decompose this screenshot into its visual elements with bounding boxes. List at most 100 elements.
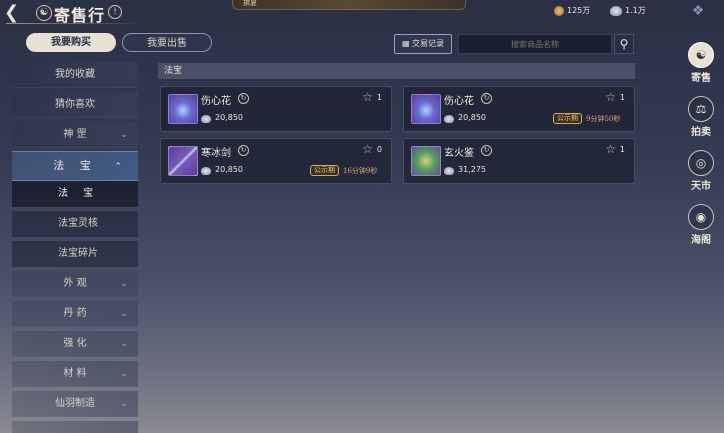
gold-currency: 125万 bbox=[554, 5, 590, 16]
bind-icon: ↻ bbox=[238, 93, 249, 104]
tab-buy[interactable]: 我要购买 bbox=[26, 33, 116, 52]
chevron-down-icon: ⌄ bbox=[120, 339, 128, 349]
silver-amount: 1.1万 bbox=[625, 6, 646, 15]
chevron-down-icon: ⌄ bbox=[120, 309, 128, 319]
sidebar-item-label: 材 料 bbox=[63, 368, 87, 379]
sidebar-item-materials[interactable]: 材 料 ⌄ bbox=[12, 361, 138, 387]
sidebar-item-label: 神 罡 bbox=[63, 129, 87, 140]
sidebar-item-label: 法 宝 bbox=[53, 159, 97, 172]
favorite-count: 1 bbox=[619, 93, 625, 102]
nav-pavilion[interactable]: ◉ 海阁 bbox=[686, 204, 716, 246]
bind-icon: ↻ bbox=[481, 145, 492, 156]
nav-market[interactable]: ◎ 天市 bbox=[686, 150, 716, 192]
sidebar-sub-label: 法 宝 bbox=[58, 188, 100, 199]
sidebar-item-label: 丹 药 bbox=[63, 308, 87, 319]
nav-label: 寄售 bbox=[691, 73, 711, 84]
sidebar-sub-fabao-fragment[interactable]: 法宝碎片 bbox=[12, 241, 138, 267]
sidebar-item-pills[interactable]: 丹 药 ⌄ bbox=[12, 301, 138, 327]
silver-ingot-icon bbox=[201, 167, 211, 175]
silver-currency: 1.1万 bbox=[610, 5, 646, 16]
sidebar-item-label: 外 观 bbox=[63, 278, 87, 289]
section-header: 法宝 bbox=[158, 63, 635, 79]
item-name: 玄火鉴 bbox=[444, 148, 474, 159]
lotus-icon bbox=[411, 94, 441, 124]
nav-consign[interactable]: ☯ 寄售 bbox=[686, 42, 716, 84]
publicity-timer: 9分钟50秒 bbox=[586, 115, 621, 123]
sidebar-item-recommend[interactable]: 猜你喜欢 bbox=[12, 92, 138, 118]
favorite-count: 0 bbox=[376, 145, 382, 154]
nav-label: 天市 bbox=[691, 181, 711, 192]
nav-auction[interactable]: ⚖ 拍卖 bbox=[686, 96, 716, 138]
favorite-count: 1 bbox=[376, 93, 382, 102]
item-name: 寒冰剑 bbox=[201, 148, 231, 159]
favorite-star-icon[interactable]: ☆ bbox=[362, 90, 373, 104]
chevron-down-icon: ⌄ bbox=[120, 130, 128, 140]
chevron-down-icon: ⌄ bbox=[120, 369, 128, 379]
search-icon: ⚲ bbox=[619, 37, 629, 51]
sidebar-item-label: 仙羽制造 bbox=[55, 398, 95, 409]
silver-ingot-icon bbox=[444, 167, 454, 175]
top-bar: ❮ ☯ 寄售行 ! 拂夏 125万 1.1万 ❖ bbox=[0, 0, 724, 26]
favorite-star-icon[interactable]: ☆ bbox=[362, 142, 373, 156]
favorite-star-icon[interactable]: ☆ bbox=[605, 142, 616, 156]
sidebar-item-label: 强 化 bbox=[63, 338, 87, 349]
sidebar-sub-fabao-core[interactable]: 法宝灵核 bbox=[12, 211, 138, 237]
sidebar-item-wing-craft[interactable]: 仙羽制造 ⌄ bbox=[12, 391, 138, 417]
search-button[interactable]: ⚲ bbox=[614, 34, 634, 54]
settings-icon[interactable]: ❖ bbox=[690, 3, 706, 19]
bind-icon: ↻ bbox=[238, 145, 249, 156]
history-icon: ▦ bbox=[401, 39, 410, 48]
sidebar-sub-label: 法宝碎片 bbox=[58, 248, 98, 259]
sidebar-item-label: 猜你喜欢 bbox=[55, 99, 95, 110]
chevron-up-icon: ⌃ bbox=[114, 162, 128, 172]
sidebar-item-enhance[interactable]: 强 化 ⌄ bbox=[12, 331, 138, 357]
trade-history-label: 交易记录 bbox=[412, 39, 445, 48]
auction-icon: ⚖ bbox=[688, 96, 714, 122]
chevron-down-icon: ⌄ bbox=[120, 399, 128, 409]
item-card[interactable]: 伤心花 ↻ ☆ 1 20,850 公示期 9分钟50秒 bbox=[403, 86, 635, 132]
item-price: 20,850 bbox=[458, 113, 486, 122]
sidebar-sub-label: 法宝灵核 bbox=[58, 218, 98, 229]
item-card[interactable]: 玄火鉴 ↻ ☆ 1 31,275 bbox=[403, 138, 635, 184]
sidebar-item-label: 我的收藏 bbox=[55, 69, 95, 80]
help-icon[interactable]: ! bbox=[108, 5, 122, 19]
sword-icon bbox=[168, 146, 198, 176]
top-banner: 拂夏 bbox=[232, 0, 466, 10]
pavilion-icon: ◉ bbox=[688, 204, 714, 230]
trade-history-button[interactable]: ▦ 交易记录 bbox=[394, 34, 452, 54]
item-price: 20,850 bbox=[215, 165, 243, 174]
favorite-star-icon[interactable]: ☆ bbox=[605, 90, 616, 104]
publicity-badge: 公示期 bbox=[553, 113, 582, 124]
gold-coin-icon bbox=[554, 5, 564, 16]
item-card[interactable]: 寒冰剑 ↻ ☆ 0 20,850 公示期 16分钟9秒 bbox=[160, 138, 392, 184]
item-price: 31,275 bbox=[458, 165, 486, 174]
consign-icon: ☯ bbox=[688, 42, 714, 68]
silver-ingot-icon bbox=[610, 5, 622, 16]
mirror-icon bbox=[411, 146, 441, 176]
sidebar-item-favorites[interactable]: 我的收藏 bbox=[12, 62, 138, 88]
sidebar-item-appearance[interactable]: 外 观 ⌄ bbox=[12, 271, 138, 297]
title-divider bbox=[6, 23, 146, 24]
item-name: 伤心花 bbox=[201, 96, 231, 107]
back-arrow-icon[interactable]: ❮ bbox=[4, 3, 24, 23]
sidebar-item-fabao[interactable]: 法 宝 ⌃ bbox=[12, 151, 138, 181]
publicity-timer: 16分钟9秒 bbox=[343, 167, 378, 175]
silver-ingot-icon bbox=[444, 115, 454, 123]
sidebar-sub-fabao[interactable]: 法 宝 bbox=[12, 181, 138, 207]
yin-yang-icon: ☯ bbox=[36, 5, 52, 21]
item-price: 20,850 bbox=[215, 113, 243, 122]
tab-sell[interactable]: 我要出售 bbox=[122, 33, 212, 52]
sidebar-item-more[interactable] bbox=[12, 421, 138, 433]
market-icon: ◎ bbox=[688, 150, 714, 176]
lotus-icon bbox=[168, 94, 198, 124]
chevron-down-icon: ⌄ bbox=[120, 279, 128, 289]
item-name: 伤心花 bbox=[444, 96, 474, 107]
sidebar-item-shengang[interactable]: 神 罡 ⌄ bbox=[12, 122, 138, 148]
search-input[interactable] bbox=[458, 34, 612, 54]
item-card[interactable]: 伤心花 ↻ ☆ 1 20,850 bbox=[160, 86, 392, 132]
nav-label: 海阁 bbox=[691, 235, 711, 246]
bind-icon: ↻ bbox=[481, 93, 492, 104]
gold-amount: 125万 bbox=[567, 6, 591, 15]
nav-label: 拍卖 bbox=[691, 127, 711, 138]
banner-text: 拂夏 bbox=[243, 0, 257, 7]
